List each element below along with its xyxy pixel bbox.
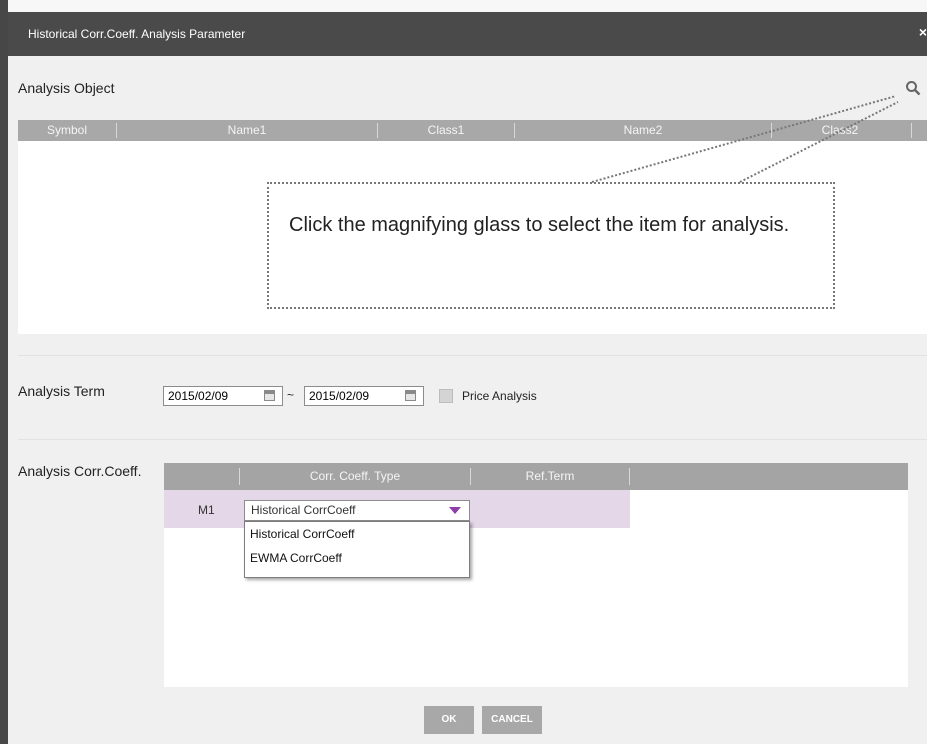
column-header-corr-coeff-type[interactable]: Corr. Coeff. Type xyxy=(240,463,470,490)
date-range-separator: ~ xyxy=(287,388,295,402)
callout-box: Click the magnifying glass to select the… xyxy=(267,182,835,309)
callout-text: Click the magnifying glass to select the… xyxy=(289,214,790,236)
column-header-class1[interactable]: Class1 xyxy=(378,120,514,141)
ok-button[interactable]: OK xyxy=(424,706,474,734)
column-separator xyxy=(911,123,912,138)
end-date-field[interactable]: 2015/02/09 xyxy=(304,386,424,406)
analysis-corr-coeff-label: Analysis Corr.Coeff. xyxy=(18,463,142,479)
column-header-class2[interactable]: Class2 xyxy=(772,120,908,141)
column-header-name2[interactable]: Name2 xyxy=(515,120,771,141)
analysis-object-label: Analysis Object xyxy=(18,80,115,96)
column-header-name1[interactable]: Name1 xyxy=(117,120,377,141)
calendar-icon[interactable] xyxy=(405,390,416,401)
column-header-symbol[interactable]: Symbol xyxy=(18,120,116,141)
section-divider xyxy=(18,439,927,440)
column-header-empty xyxy=(630,463,908,490)
search-icon[interactable] xyxy=(905,80,921,96)
column-header-id xyxy=(164,463,239,490)
cancel-button[interactable]: CANCEL xyxy=(482,706,542,734)
analysis-term-label: Analysis Term xyxy=(18,383,105,399)
dropdown-arrow-icon[interactable] xyxy=(449,507,461,514)
end-date-value: 2015/02/09 xyxy=(309,389,370,403)
start-date-field[interactable]: 2015/02/09 xyxy=(163,386,283,406)
title-bar: Historical Corr.Coeff. Analysis Paramete… xyxy=(8,12,927,56)
close-icon[interactable]: × xyxy=(919,24,927,40)
section-divider xyxy=(18,355,927,356)
price-analysis-checkbox[interactable] xyxy=(439,389,453,403)
corr-coeff-type-select[interactable]: Historical CorrCoeff xyxy=(244,500,470,521)
analysis-object-header: Symbol Name1 Class1 Name2 Class2 xyxy=(18,120,927,141)
calendar-icon[interactable] xyxy=(264,390,275,401)
start-date-value: 2015/02/09 xyxy=(168,389,229,403)
corr-coeff-type-value: Historical CorrCoeff xyxy=(251,503,356,517)
corr-coeff-type-dropdown: Historical CorrCoeff EWMA CorrCoeff xyxy=(244,521,470,578)
dropdown-option-historical[interactable]: Historical CorrCoeff xyxy=(245,522,469,546)
top-strip xyxy=(8,0,927,12)
dialog-title: Historical Corr.Coeff. Analysis Paramete… xyxy=(28,27,246,41)
corr-coeff-header: Corr. Coeff. Type Ref.Term xyxy=(164,463,908,490)
dropdown-option-ewma[interactable]: EWMA CorrCoeff xyxy=(245,546,469,570)
column-header-ref-term[interactable]: Ref.Term xyxy=(471,463,629,490)
analysis-parameter-dialog: Historical Corr.Coeff. Analysis Paramete… xyxy=(0,0,927,744)
row-id: M1 xyxy=(198,503,215,517)
price-analysis-label: Price Analysis xyxy=(462,389,537,403)
